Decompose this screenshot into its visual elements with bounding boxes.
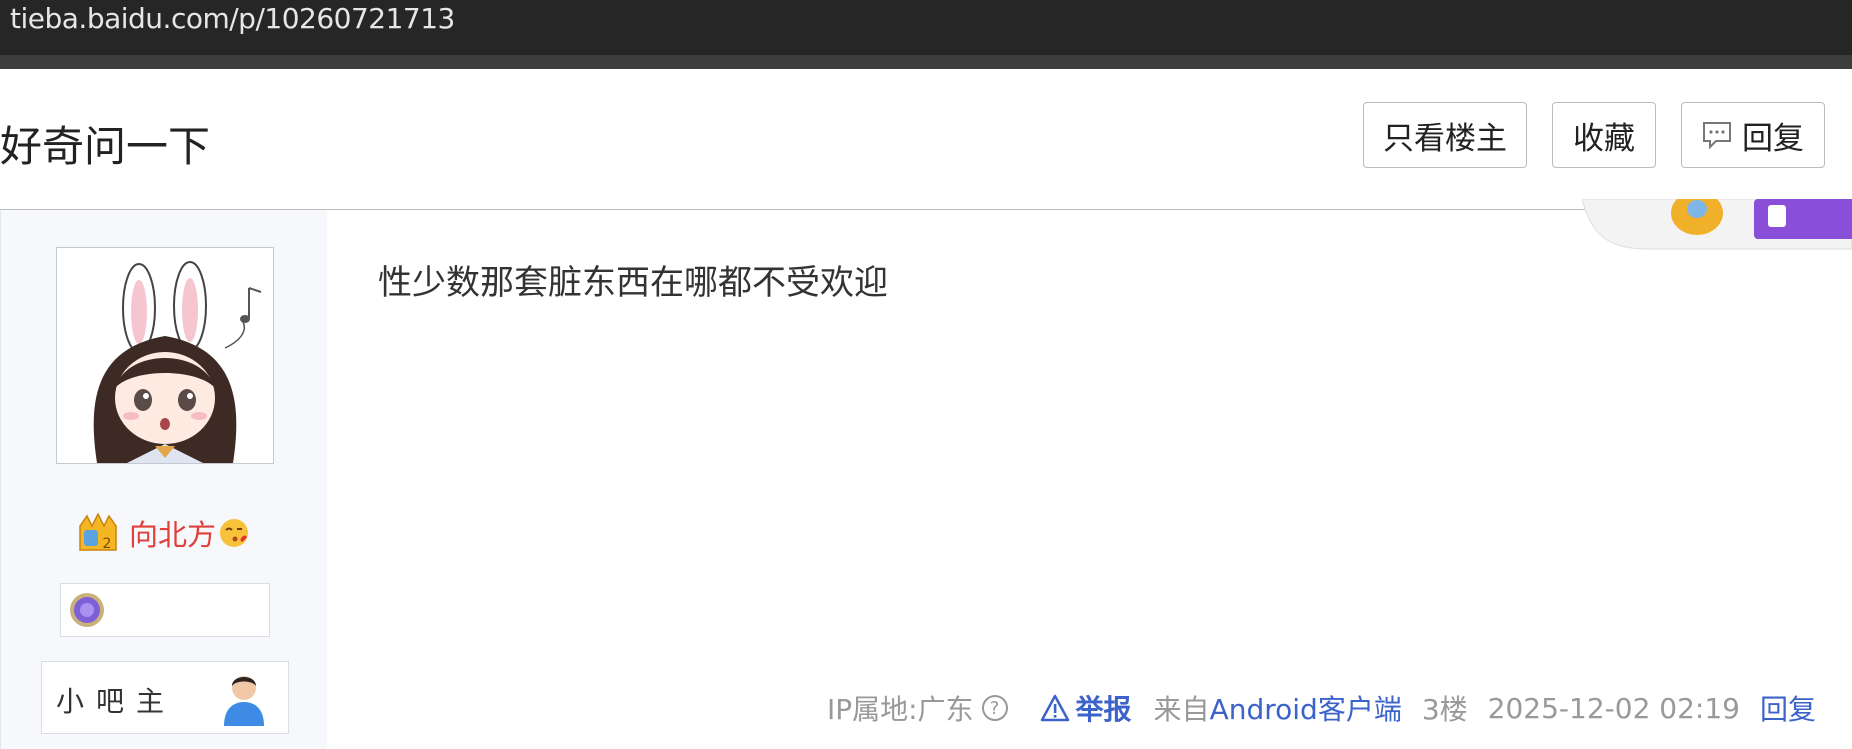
- reply-label: 回复: [1742, 120, 1804, 157]
- post-time: 2025-12-02 02:19: [1487, 691, 1740, 725]
- kiss-emoji-icon: [220, 519, 249, 547]
- comment-icon: [1703, 122, 1731, 149]
- address-url[interactable]: tieba.baidu.com/p/10260721713: [10, 2, 455, 35]
- reply-button[interactable]: 回复: [1681, 102, 1825, 168]
- badge-box[interactable]: [60, 583, 270, 637]
- browser-toolbar-strip: [0, 55, 1852, 69]
- author-sidebar: 2 向北方 小吧主: [0, 210, 327, 749]
- client-link[interactable]: Android客户端: [1210, 688, 1402, 728]
- sign-in-widget[interactable]: [1582, 199, 1852, 251]
- username-row: 2 向北方: [77, 512, 250, 554]
- ip-location: IP属地:广东: [826, 693, 974, 726]
- browser-address-bar[interactable]: tieba.baidu.com/p/10260721713: [0, 0, 1852, 55]
- only-op-button[interactable]: 只看楼主: [1363, 102, 1527, 168]
- report-label: 举报: [1075, 693, 1132, 726]
- moderator-icon: [224, 676, 264, 726]
- thread-header: 好奇问一下 只看楼主 收藏 回复: [0, 69, 1852, 210]
- from-prefix: 来自: [1153, 693, 1210, 726]
- floor-number: 3楼: [1421, 693, 1468, 726]
- favorite-button[interactable]: 收藏: [1552, 102, 1656, 168]
- help-icon[interactable]: ?: [981, 695, 1008, 721]
- svg-text:2: 2: [103, 536, 112, 552]
- avatar-image: [57, 248, 273, 463]
- post-content: 性少数那套脏东西在哪都不受欢迎: [378, 263, 888, 303]
- thread-title: 好奇问一下: [0, 122, 211, 171]
- post-footer: IP属地:广东 ? 举报 来自 Android客户端 3楼 2025-12-02…: [827, 688, 1816, 728]
- username[interactable]: 向北方: [129, 512, 216, 554]
- avatar[interactable]: [56, 247, 274, 464]
- report-link[interactable]: 举报: [1040, 688, 1132, 728]
- role-box: 小吧主: [41, 661, 289, 734]
- favorite-label: 收藏: [1573, 120, 1635, 157]
- only-op-label: 只看楼主: [1383, 120, 1507, 157]
- role-label: 小吧主: [56, 685, 177, 718]
- warning-icon: [1040, 694, 1069, 722]
- crown-level-icon: 2: [79, 512, 117, 552]
- medal-icon: [70, 593, 104, 627]
- post-reply-link[interactable]: 回复: [1760, 688, 1816, 728]
